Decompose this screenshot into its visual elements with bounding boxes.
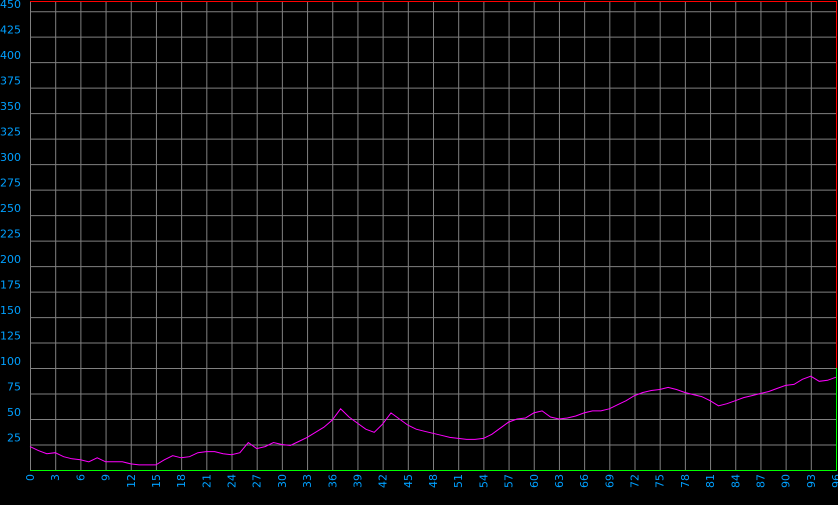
x-tick-label: 63 <box>553 474 566 488</box>
y-tick-label: 50 <box>7 406 21 419</box>
y-tick-label: 175 <box>0 279 21 292</box>
x-tick-label: 60 <box>528 474 541 488</box>
x-tick-label: 39 <box>351 474 364 488</box>
chart-background <box>0 0 838 505</box>
x-tick-label: 81 <box>704 474 717 488</box>
y-tick-label: 300 <box>0 151 21 164</box>
y-tick-label: 25 <box>7 432 21 445</box>
x-tick-label: 33 <box>301 474 314 488</box>
x-tick-label: 18 <box>175 474 188 488</box>
x-tick-label: 84 <box>729 474 742 488</box>
y-tick-label: 275 <box>0 177 21 190</box>
x-tick-label: 21 <box>200 474 213 488</box>
x-tick-label: 45 <box>402 474 415 488</box>
x-tick-label: 90 <box>780 474 793 488</box>
y-tick-label: 350 <box>0 100 21 113</box>
y-tick-label: 450 <box>0 0 21 11</box>
y-tick-label: 225 <box>0 228 21 241</box>
x-tick-label: 42 <box>377 474 390 488</box>
x-tick-label: 72 <box>629 474 642 488</box>
y-tick-label: 75 <box>7 381 21 394</box>
x-tick-label: 15 <box>150 474 163 488</box>
x-tick-label: 27 <box>251 474 264 488</box>
x-tick-label: 30 <box>276 474 289 488</box>
y-tick-label: 425 <box>0 24 21 37</box>
x-tick-label: 87 <box>754 474 767 488</box>
y-tick-label: 125 <box>0 330 21 343</box>
y-tick-label: 200 <box>0 253 21 266</box>
x-tick-label: 3 <box>49 474 62 481</box>
line-chart: 2550751001251501752002252502753003253503… <box>0 0 838 505</box>
x-tick-label: 57 <box>503 474 516 488</box>
x-tick-label: 96 <box>830 474 838 488</box>
x-tick-label: 78 <box>679 474 692 488</box>
x-tick-label: 0 <box>24 474 37 481</box>
x-tick-label: 12 <box>125 474 138 488</box>
x-tick-label: 24 <box>226 474 239 488</box>
x-tick-label: 6 <box>74 474 87 481</box>
x-tick-label: 9 <box>100 474 113 481</box>
y-tick-label: 150 <box>0 304 21 317</box>
x-tick-label: 69 <box>603 474 616 488</box>
x-tick-label: 93 <box>805 474 818 488</box>
x-tick-label: 66 <box>578 474 591 488</box>
x-tick-label: 36 <box>326 474 339 488</box>
y-tick-label: 250 <box>0 202 21 215</box>
x-tick-label: 54 <box>477 474 490 488</box>
x-tick-label: 75 <box>654 474 667 488</box>
y-tick-label: 375 <box>0 75 21 88</box>
y-tick-label: 325 <box>0 126 21 139</box>
x-tick-label: 51 <box>452 474 465 488</box>
y-tick-label: 100 <box>0 355 21 368</box>
y-tick-label: 400 <box>0 49 21 62</box>
x-tick-label: 48 <box>427 474 440 488</box>
